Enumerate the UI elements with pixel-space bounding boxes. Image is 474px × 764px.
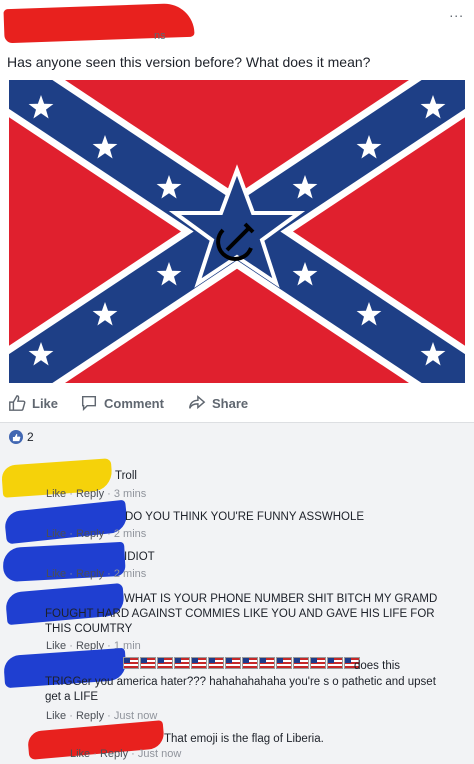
post-header: ns ... — [0, 0, 474, 48]
comment-button[interactable]: Comment — [80, 394, 164, 412]
us-flag-icon — [293, 657, 309, 669]
like-label: Like — [32, 395, 59, 411]
comment-text: IDIOT — [124, 551, 155, 563]
comment-time: 2 mins — [113, 568, 147, 580]
us-flag-icon — [310, 657, 326, 669]
comment-time: 2 mins — [113, 528, 147, 540]
comment-icon — [81, 395, 97, 412]
comment-text-line: FOUGHT HARD AGAINST COMMIES LIKE YOU AND… — [45, 608, 435, 620]
post-image-flag[interactable] — [9, 80, 465, 383]
comment-text-line: TRIGGer you america hater??? hahahahahah… — [45, 676, 436, 688]
like-button[interactable]: Like — [8, 394, 58, 412]
comment-reply-link[interactable]: Reply — [76, 568, 104, 580]
us-flag-icon — [208, 657, 224, 669]
comment-like-link[interactable]: Like — [46, 568, 66, 580]
us-flag-icon — [225, 657, 241, 669]
comment-time: Just now — [137, 748, 182, 760]
comment-meta: Like · Reply · Just now — [70, 748, 182, 760]
comment-like-link[interactable]: Like — [70, 748, 90, 760]
author-name-fragment[interactable]: ns — [154, 30, 166, 42]
us-flag-icon — [276, 657, 292, 669]
like-reaction-icon — [9, 430, 23, 444]
more-options-icon[interactable]: ... — [449, 4, 464, 20]
comment-time: 3 mins — [113, 488, 147, 500]
comment-reply-link[interactable]: Reply — [76, 710, 104, 722]
reaction-summary[interactable]: 2 — [9, 430, 34, 444]
comment-meta: Like · Reply · 2 mins — [46, 568, 147, 580]
comment-text-line: THIS COUMTRY — [45, 623, 133, 635]
comment-like-link[interactable]: Like — [46, 640, 66, 652]
share-button[interactable]: Share — [188, 394, 248, 412]
us-flag-icon — [259, 657, 275, 669]
post-text: Has anyone seen this version before? Wha… — [7, 54, 371, 70]
us-flag-icon — [174, 657, 190, 669]
comment-text: DO YOU THINK YOU'RE FUNNY ASSWHOLE — [125, 511, 365, 523]
us-flag-icon — [327, 657, 343, 669]
comment-text: That emoji is the flag of Liberia. — [164, 733, 324, 745]
us-flag-icon — [157, 657, 173, 669]
comment-text: Troll — [115, 470, 137, 482]
comment-reply-link[interactable]: Reply — [100, 748, 128, 760]
comment-reply-link[interactable]: Reply — [76, 528, 104, 540]
comment-like-link[interactable]: Like — [46, 528, 66, 540]
comment-label: Comment — [104, 395, 164, 411]
comment-meta: Like · Reply · 2 mins — [46, 528, 147, 540]
comment-reply-link[interactable]: Reply — [76, 488, 104, 500]
comment-meta: Like · Reply · Just now — [46, 710, 158, 722]
comment-text-line: get a LIFE — [45, 691, 99, 703]
comment-meta: Like · Reply · 3 mins — [46, 488, 147, 500]
thumbs-up-icon — [9, 395, 26, 411]
comment-text-line: WHAT IS YOUR PHONE NUMBER SHIT BITCH MY … — [124, 593, 438, 605]
us-flag-emoji-row — [123, 657, 360, 669]
comment-text-tail: does this — [354, 660, 401, 672]
share-icon — [189, 395, 206, 410]
us-flag-icon — [242, 657, 258, 669]
post-action-bar: Like Comment Share — [0, 390, 474, 420]
us-flag-icon — [191, 657, 207, 669]
reaction-count: 2 — [27, 430, 34, 444]
share-label: Share — [212, 395, 249, 411]
comment-like-link[interactable]: Like — [46, 488, 66, 500]
us-flag-icon — [123, 657, 139, 669]
comment-like-link[interactable]: Like — [46, 710, 66, 722]
us-flag-icon — [140, 657, 156, 669]
